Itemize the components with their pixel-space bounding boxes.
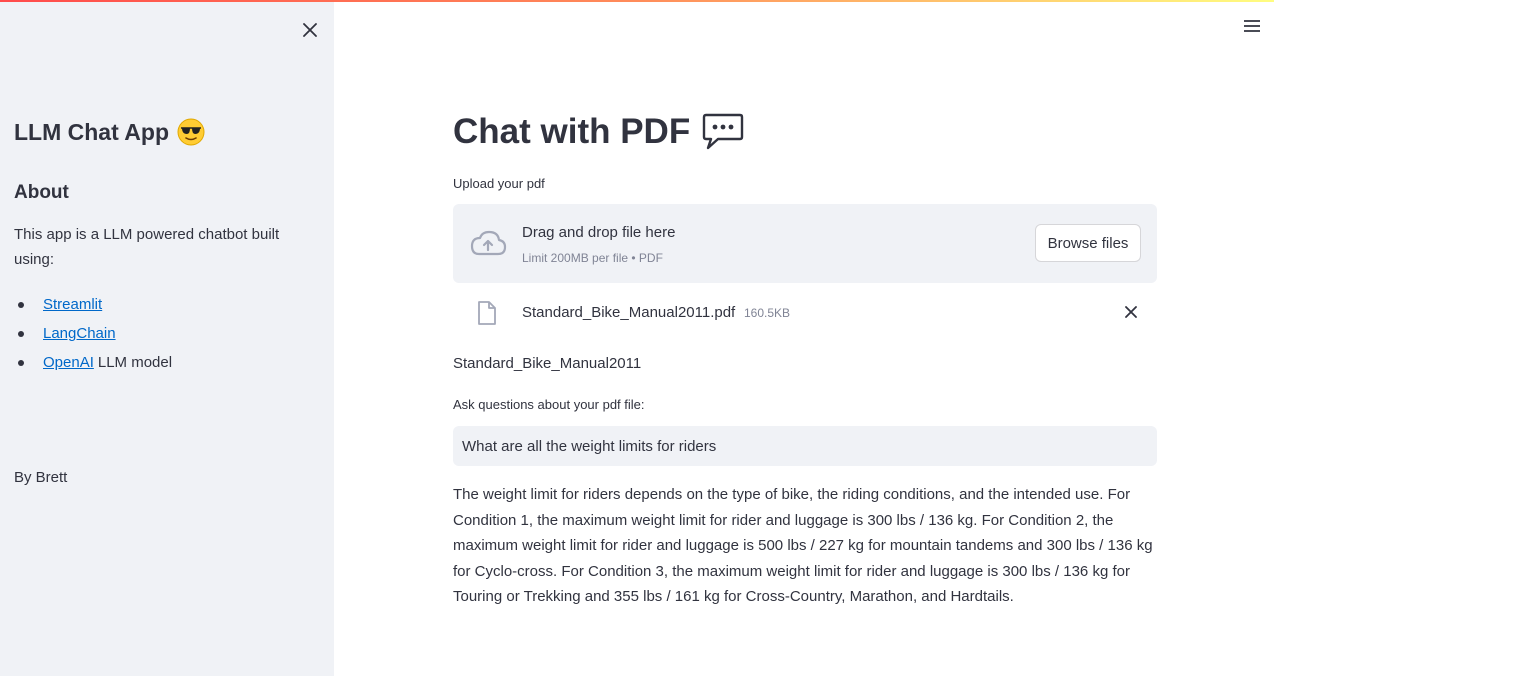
file-name: Standard_Bike_Manual2011.pdf [522,304,736,321]
cloud-upload-icon [470,230,507,256]
hamburger-menu-icon [1244,20,1260,32]
sidebar-close-button[interactable] [298,18,322,42]
page-title: Chat with PDF [453,112,744,152]
sunglasses-emoji-icon [177,118,205,146]
document-name: Standard_Bike_Manual2011 [453,355,642,372]
dropzone-limit: Limit 200MB per file • PDF [522,251,663,265]
link-openai[interactable]: OpenAI [43,352,94,374]
close-icon [1125,306,1137,318]
main-menu-button[interactable] [1240,14,1264,38]
link-streamlit[interactable]: Streamlit [43,294,102,316]
about-heading: About [14,182,69,203]
question-label: Ask questions about your pdf file: [453,397,645,412]
file-dropzone[interactable]: Drag and drop file here Limit 200MB per … [453,204,1157,283]
list-item: OpenAI LLM model [14,348,172,377]
speech-bubble-icon [703,113,744,150]
uploaded-file-row: Standard_Bike_Manual2011.pdf 160.5KB [453,296,1157,330]
about-description: This app is a LLM powered chatbot built … [14,226,280,268]
dropzone-title: Drag and drop file here [522,224,676,241]
question-input[interactable] [453,426,1157,466]
sidebar-title: LLM Chat App [14,118,205,146]
tech-list: Streamlit LangChain OpenAI LLM model [14,290,172,377]
close-icon [303,23,317,37]
list-item-suffix: LLM model [97,353,173,371]
list-item: LangChain [14,319,172,348]
file-size: 160.5KB [744,306,791,320]
upload-label: Upload your pdf [453,176,545,191]
page-title-text: Chat with PDF [453,112,691,151]
list-item: Streamlit [14,290,172,319]
bullet-icon [18,330,24,337]
remove-file-button[interactable] [1121,302,1141,322]
link-langchain[interactable]: LangChain [43,323,116,345]
file-icon [478,301,496,325]
bullet-icon [18,359,24,366]
byline: By Brett [14,469,68,486]
browse-files-button[interactable]: Browse files [1035,224,1141,262]
sidebar: LLM Chat App About This app is a LLM pow… [0,2,334,676]
sidebar-title-text: LLM Chat App [14,118,170,145]
answer-text: The weight limit for riders depends on t… [453,486,1153,605]
bullet-icon [18,301,24,308]
